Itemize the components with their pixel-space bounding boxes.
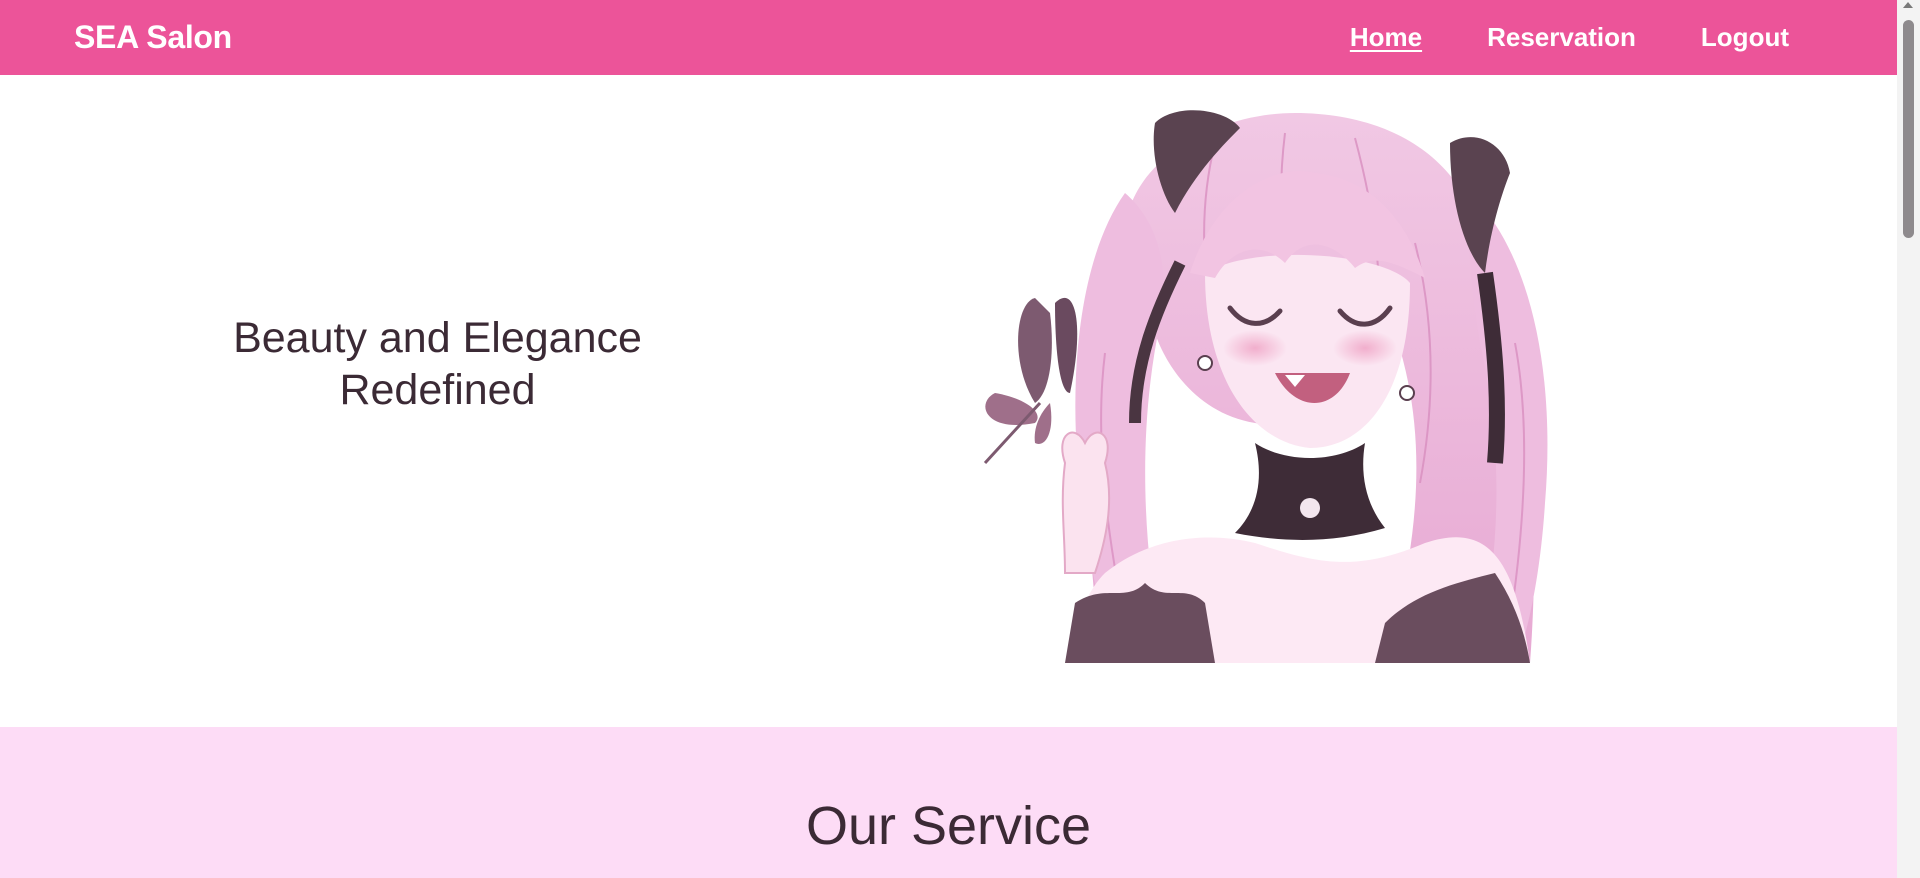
scroll-up-arrow-icon[interactable] — [1903, 2, 1913, 8]
viewport: SEA Salon Home Reservation Logout Beauty… — [0, 0, 1920, 878]
nav-link-home[interactable]: Home — [1350, 22, 1422, 53]
scroll-thumb[interactable] — [1903, 20, 1914, 238]
hero-tagline: Beauty and Elegance Redefined — [220, 312, 655, 416]
page-scrollbar[interactable] — [1897, 0, 1920, 878]
navbar: SEA Salon Home Reservation Logout — [0, 0, 1897, 75]
nav-link-reservation[interactable]: Reservation — [1487, 22, 1636, 53]
page: SEA Salon Home Reservation Logout Beauty… — [0, 0, 1897, 878]
service-section: Our Service — [0, 727, 1897, 878]
nav-links: Home Reservation Logout — [1350, 22, 1789, 53]
nav-link-logout[interactable]: Logout — [1701, 22, 1789, 53]
hero-tagline-line2: Redefined — [339, 366, 536, 414]
service-title: Our Service — [805, 796, 1092, 856]
hero-section: Beauty and Elegance Redefined — [0, 75, 1897, 726]
hero-illustration — [983, 110, 1548, 663]
hero-tagline-line1: Beauty and Elegance — [233, 314, 642, 362]
brand-logo[interactable]: SEA Salon — [74, 19, 232, 56]
